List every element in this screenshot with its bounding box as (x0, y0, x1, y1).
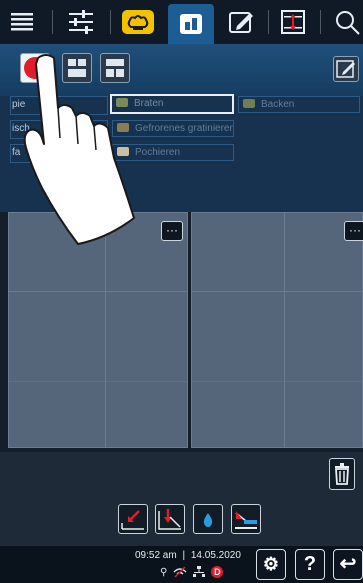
pointing-hand-icon (23, 54, 135, 245)
separator-text: | (182, 550, 186, 561)
steam-in-button[interactable] (118, 504, 148, 534)
dashboard-tab[interactable] (168, 4, 214, 44)
wifi-off-icon (173, 566, 187, 578)
settings-button[interactable]: ⚙ (256, 549, 286, 580)
sort-button[interactable] (276, 4, 310, 40)
clock-display: 09:52 am | 14.05.2020 (135, 550, 241, 561)
sort-icon (281, 10, 305, 34)
edit-icon (336, 60, 355, 78)
bake-icon (243, 99, 255, 108)
edit-button[interactable] (224, 4, 258, 40)
right-cooking-panel[interactable]: ··· (191, 212, 363, 448)
search-button[interactable] (330, 4, 363, 40)
program-name: Backen (261, 99, 295, 110)
water-drop-icon (203, 513, 213, 527)
steam-out-icon (158, 509, 181, 530)
panel-menu-button[interactable]: ··· (161, 221, 183, 241)
time-text: 09:52 am (135, 550, 177, 561)
top-navigation-bar (0, 0, 363, 44)
trash-icon (335, 463, 349, 485)
menu-icon (11, 13, 33, 31)
delete-button[interactable] (329, 458, 355, 490)
steam-in-icon (121, 510, 144, 530)
search-icon (335, 11, 360, 35)
help-button[interactable]: ? (295, 549, 325, 580)
heat-icon (235, 511, 257, 529)
panel-menu-button[interactable]: ··· (344, 221, 363, 241)
status-bar: 09:52 am | 14.05.2020 ⚲ D ⚙ ? ↩ (0, 546, 363, 583)
cooking-grid: ··· ··· (0, 212, 363, 452)
edit-icon (229, 12, 253, 33)
steam-out-button[interactable] (155, 504, 185, 534)
dashboard-icon (180, 14, 202, 34)
chef-hat-icon (122, 10, 154, 34)
water-button[interactable] (193, 504, 223, 534)
menu-button[interactable] (6, 4, 38, 40)
program-item[interactable]: Backen (238, 96, 360, 113)
back-button[interactable]: ↩ (333, 549, 363, 580)
action-area (0, 452, 363, 546)
date-text: 14.05.2020 (190, 550, 241, 561)
chef-button[interactable] (120, 4, 156, 40)
connectivity-badge: D (211, 566, 224, 578)
usb-icon: ⚲ (160, 566, 168, 578)
edit-program-button[interactable] (333, 56, 359, 82)
settings-sliders-button[interactable] (64, 4, 98, 40)
network-icon (193, 566, 206, 577)
sliders-icon (69, 10, 93, 34)
heat-button[interactable] (231, 504, 261, 534)
